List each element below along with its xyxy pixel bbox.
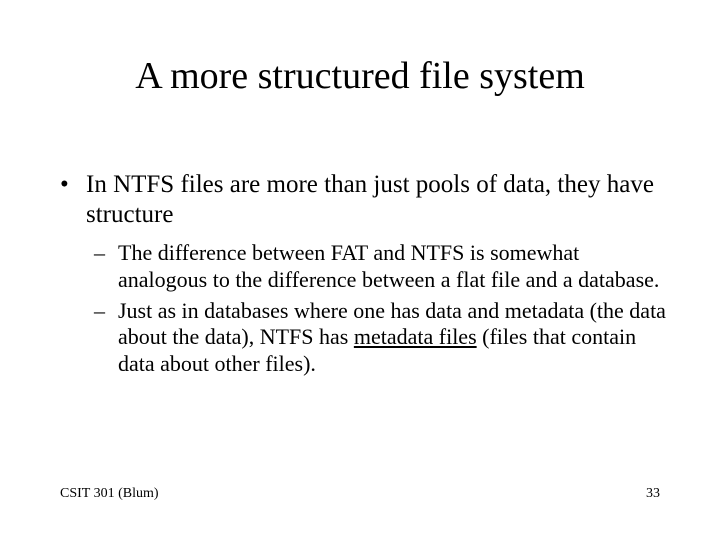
underlined-term: metadata files bbox=[354, 324, 477, 349]
bullet-icon: • bbox=[60, 170, 86, 230]
bullet-text: In NTFS files are more than just pools o… bbox=[86, 170, 670, 230]
footer-page-number: 33 bbox=[646, 486, 660, 502]
dash-icon: – bbox=[94, 240, 118, 294]
slide: A more structured file system • In NTFS … bbox=[0, 0, 720, 540]
bullet-level2: – Just as in databases where one has dat… bbox=[94, 298, 670, 378]
bullet-level2: – The difference between FAT and NTFS is… bbox=[94, 240, 670, 294]
sub-bullet-text: The difference between FAT and NTFS is s… bbox=[118, 240, 670, 294]
footer-course: CSIT 301 (Blum) bbox=[60, 486, 159, 502]
bullet-level1: • In NTFS files are more than just pools… bbox=[60, 170, 670, 230]
dash-icon: – bbox=[94, 298, 118, 378]
slide-title: A more structured file system bbox=[0, 54, 720, 98]
slide-body: • In NTFS files are more than just pools… bbox=[60, 170, 670, 382]
sub-bullet-text: Just as in databases where one has data … bbox=[118, 298, 670, 378]
